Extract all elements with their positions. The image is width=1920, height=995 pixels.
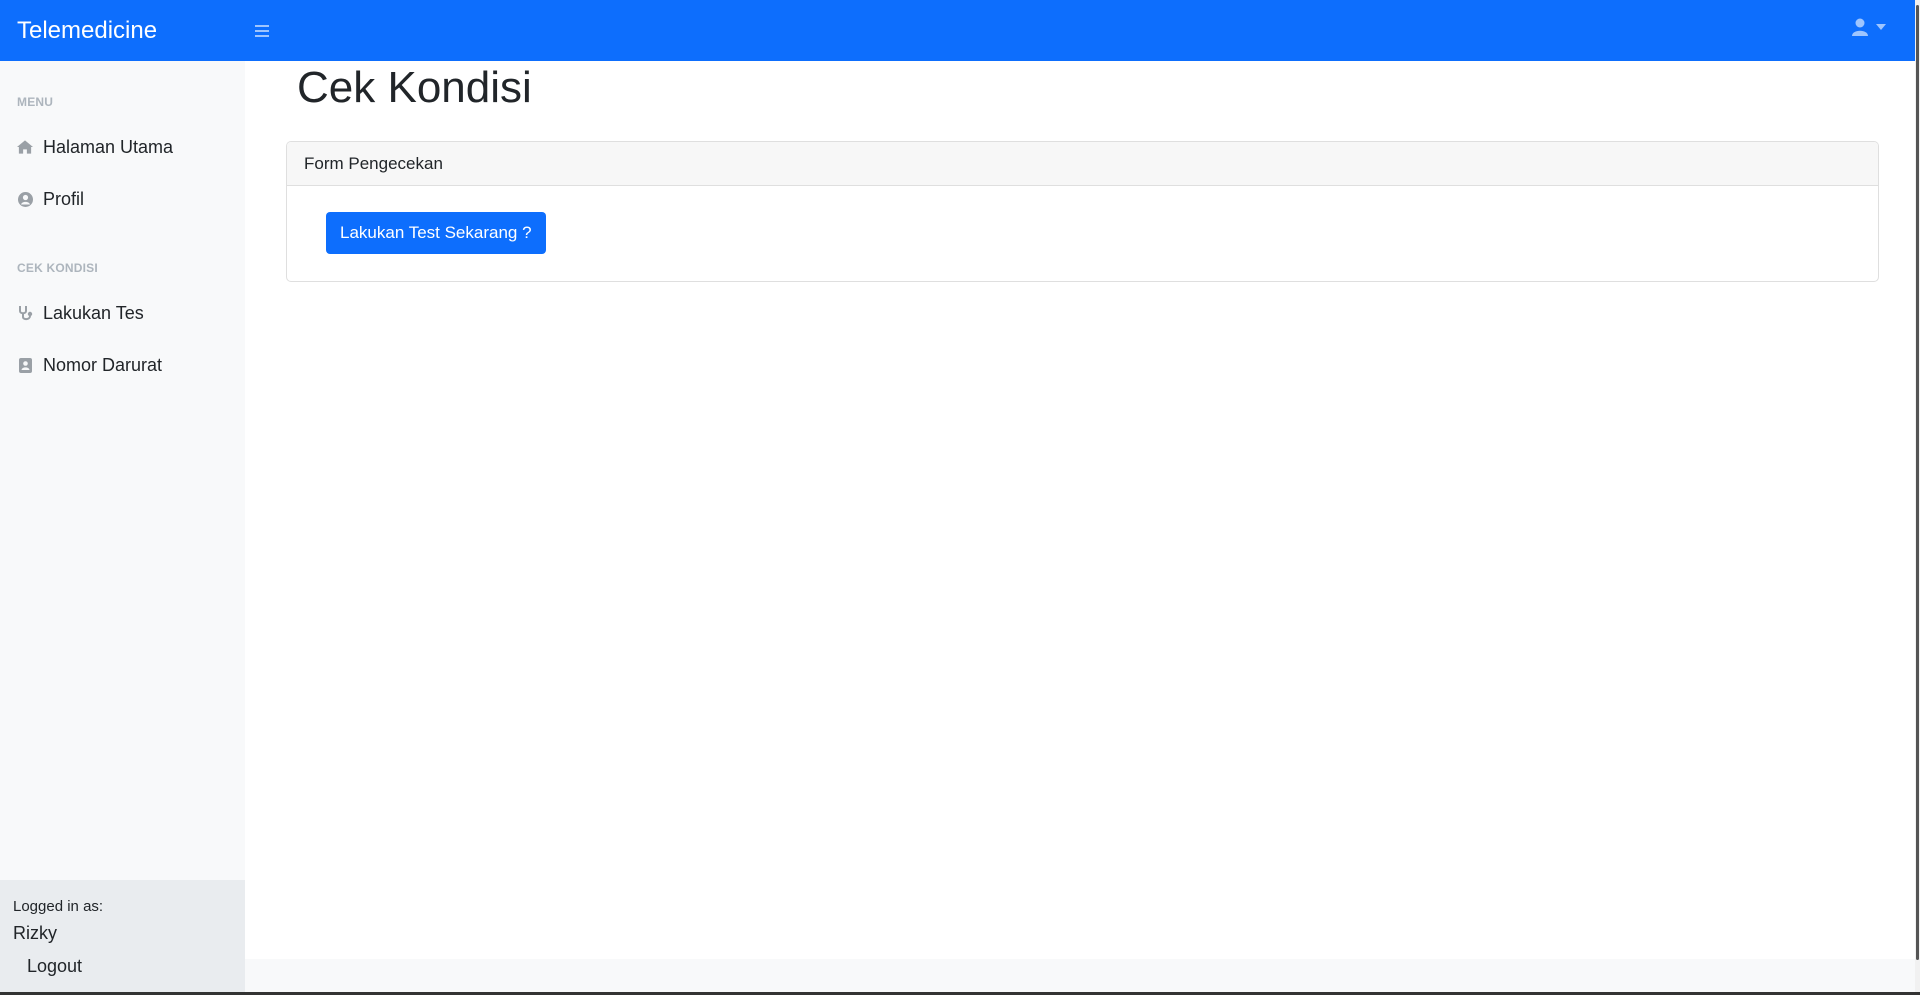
start-test-button[interactable]: Lakukan Test Sekarang ?	[326, 212, 546, 254]
caret-down-icon	[1876, 24, 1886, 30]
user-circle-icon	[17, 191, 33, 207]
hamburger-icon	[255, 24, 269, 37]
brand-title[interactable]: Telemedicine	[0, 18, 245, 43]
main-content: Cek Kondisi Form Pengecekan Lakukan Test…	[245, 61, 1915, 959]
sidebar-footer: Logged in as: Rizky Logout	[0, 880, 245, 995]
home-icon	[17, 139, 33, 155]
page-footer	[245, 959, 1915, 992]
sidebar-item-nomor-darurat[interactable]: Nomor Darurat	[0, 339, 245, 391]
address-book-icon	[17, 357, 33, 373]
logout-link[interactable]: Logout	[27, 956, 82, 977]
user-icon	[1852, 18, 1868, 36]
scrollbar-thumb[interactable]	[1916, 5, 1919, 960]
top-navbar: Telemedicine	[0, 0, 1920, 61]
sidebar-item-lakukan-tes[interactable]: Lakukan Tes	[0, 287, 245, 339]
sidebar-heading-menu: MENU	[17, 95, 54, 109]
page-title: Cek Kondisi	[297, 63, 532, 112]
card-header: Form Pengecekan	[287, 142, 1878, 186]
logged-in-label: Logged in as:	[13, 898, 104, 915]
sidebar-item-profil[interactable]: Profil	[0, 173, 245, 225]
sidebar-heading-cek-kondisi: CEK KONDISI	[17, 261, 98, 275]
form-card: Form Pengecekan Lakukan Test Sekarang ?	[286, 141, 1879, 282]
sidebar-item-label: Profil	[43, 188, 85, 209]
logged-in-username: Rizky	[13, 923, 57, 943]
sidebar: MENU Halaman Utama Profil CEK KONDISI La…	[0, 61, 245, 995]
sidebar-item-label: Lakukan Tes	[43, 302, 144, 323]
sidebar-item-halaman-utama[interactable]: Halaman Utama	[0, 121, 245, 173]
sidebar-item-label: Halaman Utama	[43, 136, 174, 157]
sidebar-toggle-button[interactable]	[250, 19, 274, 43]
user-dropdown-button[interactable]	[1852, 18, 1886, 36]
sidebar-item-label: Nomor Darurat	[43, 354, 163, 375]
stethoscope-icon	[17, 305, 33, 321]
